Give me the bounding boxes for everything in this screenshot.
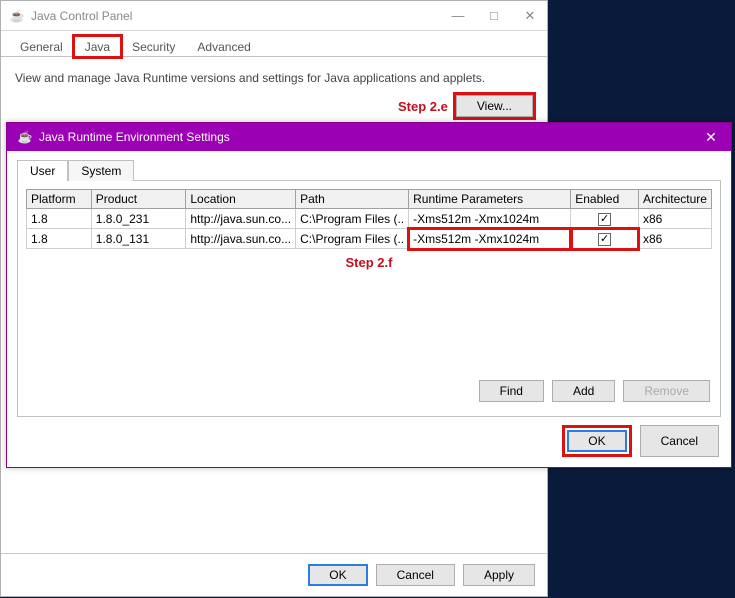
tab-general[interactable]: General	[9, 36, 74, 57]
tab-java[interactable]: Java	[74, 36, 121, 57]
minimize-button[interactable]: —	[449, 8, 467, 24]
table-row[interactable]: 1.8 1.8.0_131 http://java.sun.co... C:\P…	[27, 229, 712, 249]
jcp-title: Java Control Panel	[31, 9, 449, 23]
jcp-footer: OK Cancel Apply	[1, 553, 547, 596]
tab-advanced[interactable]: Advanced	[186, 36, 261, 57]
table-row[interactable]: 1.8 1.8.0_231 http://java.sun.co... C:\P…	[27, 209, 712, 229]
col-product[interactable]: Product	[91, 190, 186, 209]
jre-tab-system[interactable]: System	[68, 160, 134, 181]
jre-titlebar: ☕ Java Runtime Environment Settings ✕	[7, 123, 731, 151]
jre-body: User System Platform Product Location Pa…	[7, 151, 731, 417]
tab-security[interactable]: Security	[121, 36, 186, 57]
jcp-cancel-button[interactable]: Cancel	[376, 564, 455, 586]
jcp-apply-button[interactable]: Apply	[463, 564, 535, 586]
java-icon: ☕	[17, 129, 33, 145]
step-2e-label: Step 2.e	[398, 99, 448, 114]
cell-runtime[interactable]: -Xms512m -Xmx1024m	[409, 229, 571, 249]
col-architecture[interactable]: Architecture	[638, 190, 711, 209]
cell-arch[interactable]: x86	[638, 209, 711, 229]
cell-platform[interactable]: 1.8	[27, 209, 92, 229]
col-runtime-params[interactable]: Runtime Parameters	[409, 190, 571, 209]
jre-close-button[interactable]: ✕	[701, 129, 721, 146]
jcp-tab-strip: General Java Security Advanced	[1, 31, 547, 57]
jcp-description: View and manage Java Runtime versions an…	[15, 71, 533, 85]
jre-table-header: Platform Product Location Path Runtime P…	[27, 190, 712, 209]
add-button[interactable]: Add	[552, 380, 615, 402]
maximize-button[interactable]: □	[485, 8, 503, 24]
col-enabled[interactable]: Enabled	[571, 190, 639, 209]
cell-enabled[interactable]: ✓	[571, 229, 639, 249]
find-button[interactable]: Find	[479, 380, 544, 402]
remove-button: Remove	[623, 380, 710, 402]
ok-highlight: OK	[562, 425, 631, 457]
jcp-titlebar: ☕ Java Control Panel — □ ✕	[1, 1, 547, 31]
col-path[interactable]: Path	[296, 190, 409, 209]
jre-tab-content: Platform Product Location Path Runtime P…	[17, 181, 721, 417]
jcp-ok-button[interactable]: OK	[308, 564, 367, 586]
jre-cancel-button[interactable]: Cancel	[640, 425, 719, 457]
cell-path[interactable]: C:\Program Files (..	[296, 209, 409, 229]
cell-product[interactable]: 1.8.0_231	[91, 209, 186, 229]
cell-runtime[interactable]: -Xms512m -Xmx1024m	[409, 209, 571, 229]
window-buttons: — □ ✕	[449, 8, 539, 24]
cell-path[interactable]: C:\Program Files (..	[296, 229, 409, 249]
jre-table[interactable]: Platform Product Location Path Runtime P…	[26, 189, 712, 249]
checkbox-icon[interactable]: ✓	[598, 213, 611, 226]
cell-location[interactable]: http://java.sun.co...	[186, 209, 296, 229]
view-button[interactable]: View...	[456, 95, 533, 117]
cell-product[interactable]: 1.8.0_131	[91, 229, 186, 249]
col-location[interactable]: Location	[186, 190, 296, 209]
jre-tab-strip: User System	[17, 159, 721, 181]
jre-ok-button[interactable]: OK	[567, 430, 626, 452]
cell-location[interactable]: http://java.sun.co...	[186, 229, 296, 249]
jre-tab-user[interactable]: User	[17, 160, 68, 181]
checkbox-icon[interactable]: ✓	[598, 233, 611, 246]
jre-title: Java Runtime Environment Settings	[39, 130, 701, 144]
close-button[interactable]: ✕	[521, 8, 539, 24]
jre-footer: OK Cancel	[7, 417, 731, 467]
cell-platform[interactable]: 1.8	[27, 229, 92, 249]
jre-table-empty-area	[26, 270, 712, 374]
cell-arch[interactable]: x86	[638, 229, 711, 249]
col-platform[interactable]: Platform	[27, 190, 92, 209]
java-icon: ☕	[9, 8, 25, 24]
jre-settings-dialog: ☕ Java Runtime Environment Settings ✕ Us…	[6, 122, 732, 468]
step-2f-label: Step 2.f	[26, 255, 712, 270]
jre-action-buttons: Find Add Remove	[26, 374, 712, 408]
cell-enabled[interactable]: ✓	[571, 209, 639, 229]
